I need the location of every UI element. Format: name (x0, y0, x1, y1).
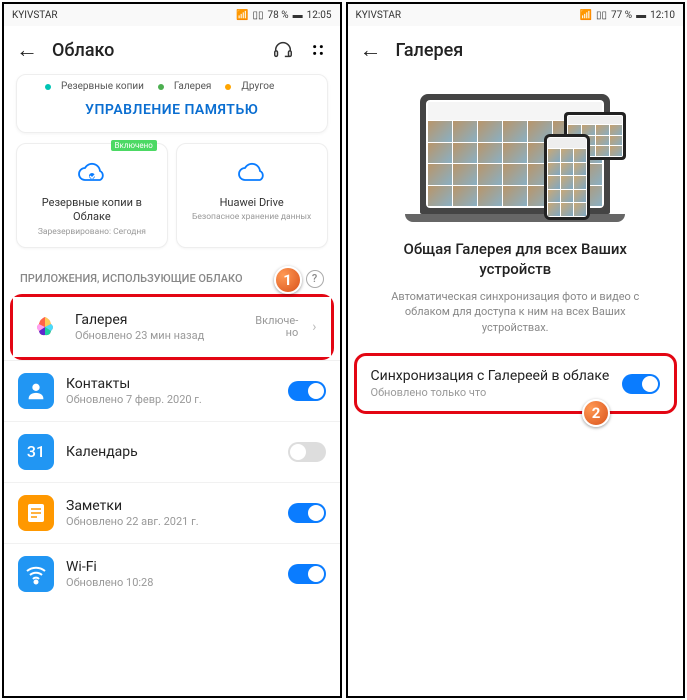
status-bar: KYIVSTAR 📶 ▯▯ 78 % ▬ 12:05 (4, 4, 340, 26)
calendar-toggle[interactable] (288, 442, 326, 462)
header: ← Облако (4, 26, 340, 74)
highlight-sync: Синхронизация с Галереей в облаке Обновл… (354, 353, 678, 414)
battery: 78 % (268, 10, 289, 21)
hero-subtitle: Автоматическая синхронизация фото и виде… (348, 285, 684, 353)
enabled-badge: Включено (111, 140, 157, 151)
vibrate-icon: ▯▯ (253, 10, 264, 21)
step-2-badge: 2 (582, 399, 610, 427)
hero-image (348, 74, 684, 234)
drive-card[interactable]: Huawei Drive Безопасное хранение данных (176, 143, 328, 248)
list-item-calendar[interactable]: 31 Календарь (4, 421, 340, 482)
legend: Резервные копии Галерея Другое (17, 75, 327, 96)
time: 12:05 (307, 10, 332, 21)
back-icon[interactable]: ← (360, 37, 382, 63)
chevron-icon: › (312, 319, 316, 335)
calendar-icon: 31 (18, 434, 54, 470)
wifi-icon (18, 556, 54, 592)
list-item-notes[interactable]: Заметки Обновлено 22 авг. 2021 г. (4, 482, 340, 543)
cloud-drive-icon (236, 158, 268, 190)
list-item-gallery[interactable]: Галерея Обновлено 23 мин назад Включе- н… (13, 297, 331, 357)
phone-right: KYIVSTAR 📶 ▯▯ 77 % ▬ 12:10 ← Галерея (346, 2, 686, 698)
status-right: 📶 ▯▯ 77 % ▬ 12:10 (580, 10, 675, 21)
menu-icon[interactable] (308, 40, 328, 60)
help-icon[interactable]: ? (306, 270, 324, 288)
storage-card: Резервные копии Галерея Другое УПРАВЛЕНИ… (16, 74, 328, 133)
cloud-backup-icon (76, 158, 108, 190)
cards-row: Включено Резервные копии в Облаке Зарезе… (4, 143, 340, 262)
backup-card[interactable]: Включено Резервные копии в Облаке Зарезе… (16, 143, 168, 248)
sync-row[interactable]: Синхронизация с Галереей в облаке Обновл… (357, 356, 675, 411)
hero-title: Общая Галерея для всех Ваших устройств (348, 234, 684, 285)
battery: 77 % (611, 10, 632, 21)
carrier: KYIVSTAR (356, 10, 402, 21)
section-header: ПРИЛОЖЕНИЯ, ИСПОЛЬЗУЮЩИЕ ОБЛАКО ? 1 (4, 262, 340, 294)
notes-toggle[interactable] (288, 503, 326, 523)
contacts-icon (18, 373, 54, 409)
header: ← Галерея (348, 26, 684, 74)
step-1-badge: 1 (274, 266, 302, 294)
phone-illustration (544, 134, 590, 220)
manage-memory-button[interactable]: УПРАВЛЕНИЕ ПАМЯТЬЮ (17, 96, 327, 132)
gallery-status: Включе- но (255, 315, 298, 339)
status-bar: KYIVSTAR 📶 ▯▯ 77 % ▬ 12:10 (348, 4, 684, 26)
contacts-toggle[interactable] (288, 381, 326, 401)
highlight-gallery: Галерея Обновлено 23 мин назад Включе- н… (10, 294, 334, 360)
page-title: Галерея (396, 40, 672, 61)
phone-left: KYIVSTAR 📶 ▯▯ 78 % ▬ 12:05 ← Облако Резе… (2, 2, 342, 698)
notes-icon (18, 495, 54, 531)
wifi-toggle[interactable] (288, 564, 326, 584)
list-item-contacts[interactable]: Контакты Обновлено 7 февр. 2020 г. (4, 360, 340, 421)
gallery-icon (27, 309, 63, 345)
back-icon[interactable]: ← (16, 37, 38, 63)
page-title: Облако (52, 40, 258, 61)
list-item-wifi[interactable]: Wi-Fi Обновлено 10:28 (4, 543, 340, 604)
time: 12:10 (650, 10, 675, 21)
support-icon[interactable] (272, 39, 294, 61)
carrier: KYIVSTAR (12, 10, 58, 21)
status-right: 📶 ▯▯ 78 % ▬ 12:05 (236, 10, 331, 21)
sync-toggle[interactable] (622, 374, 660, 394)
